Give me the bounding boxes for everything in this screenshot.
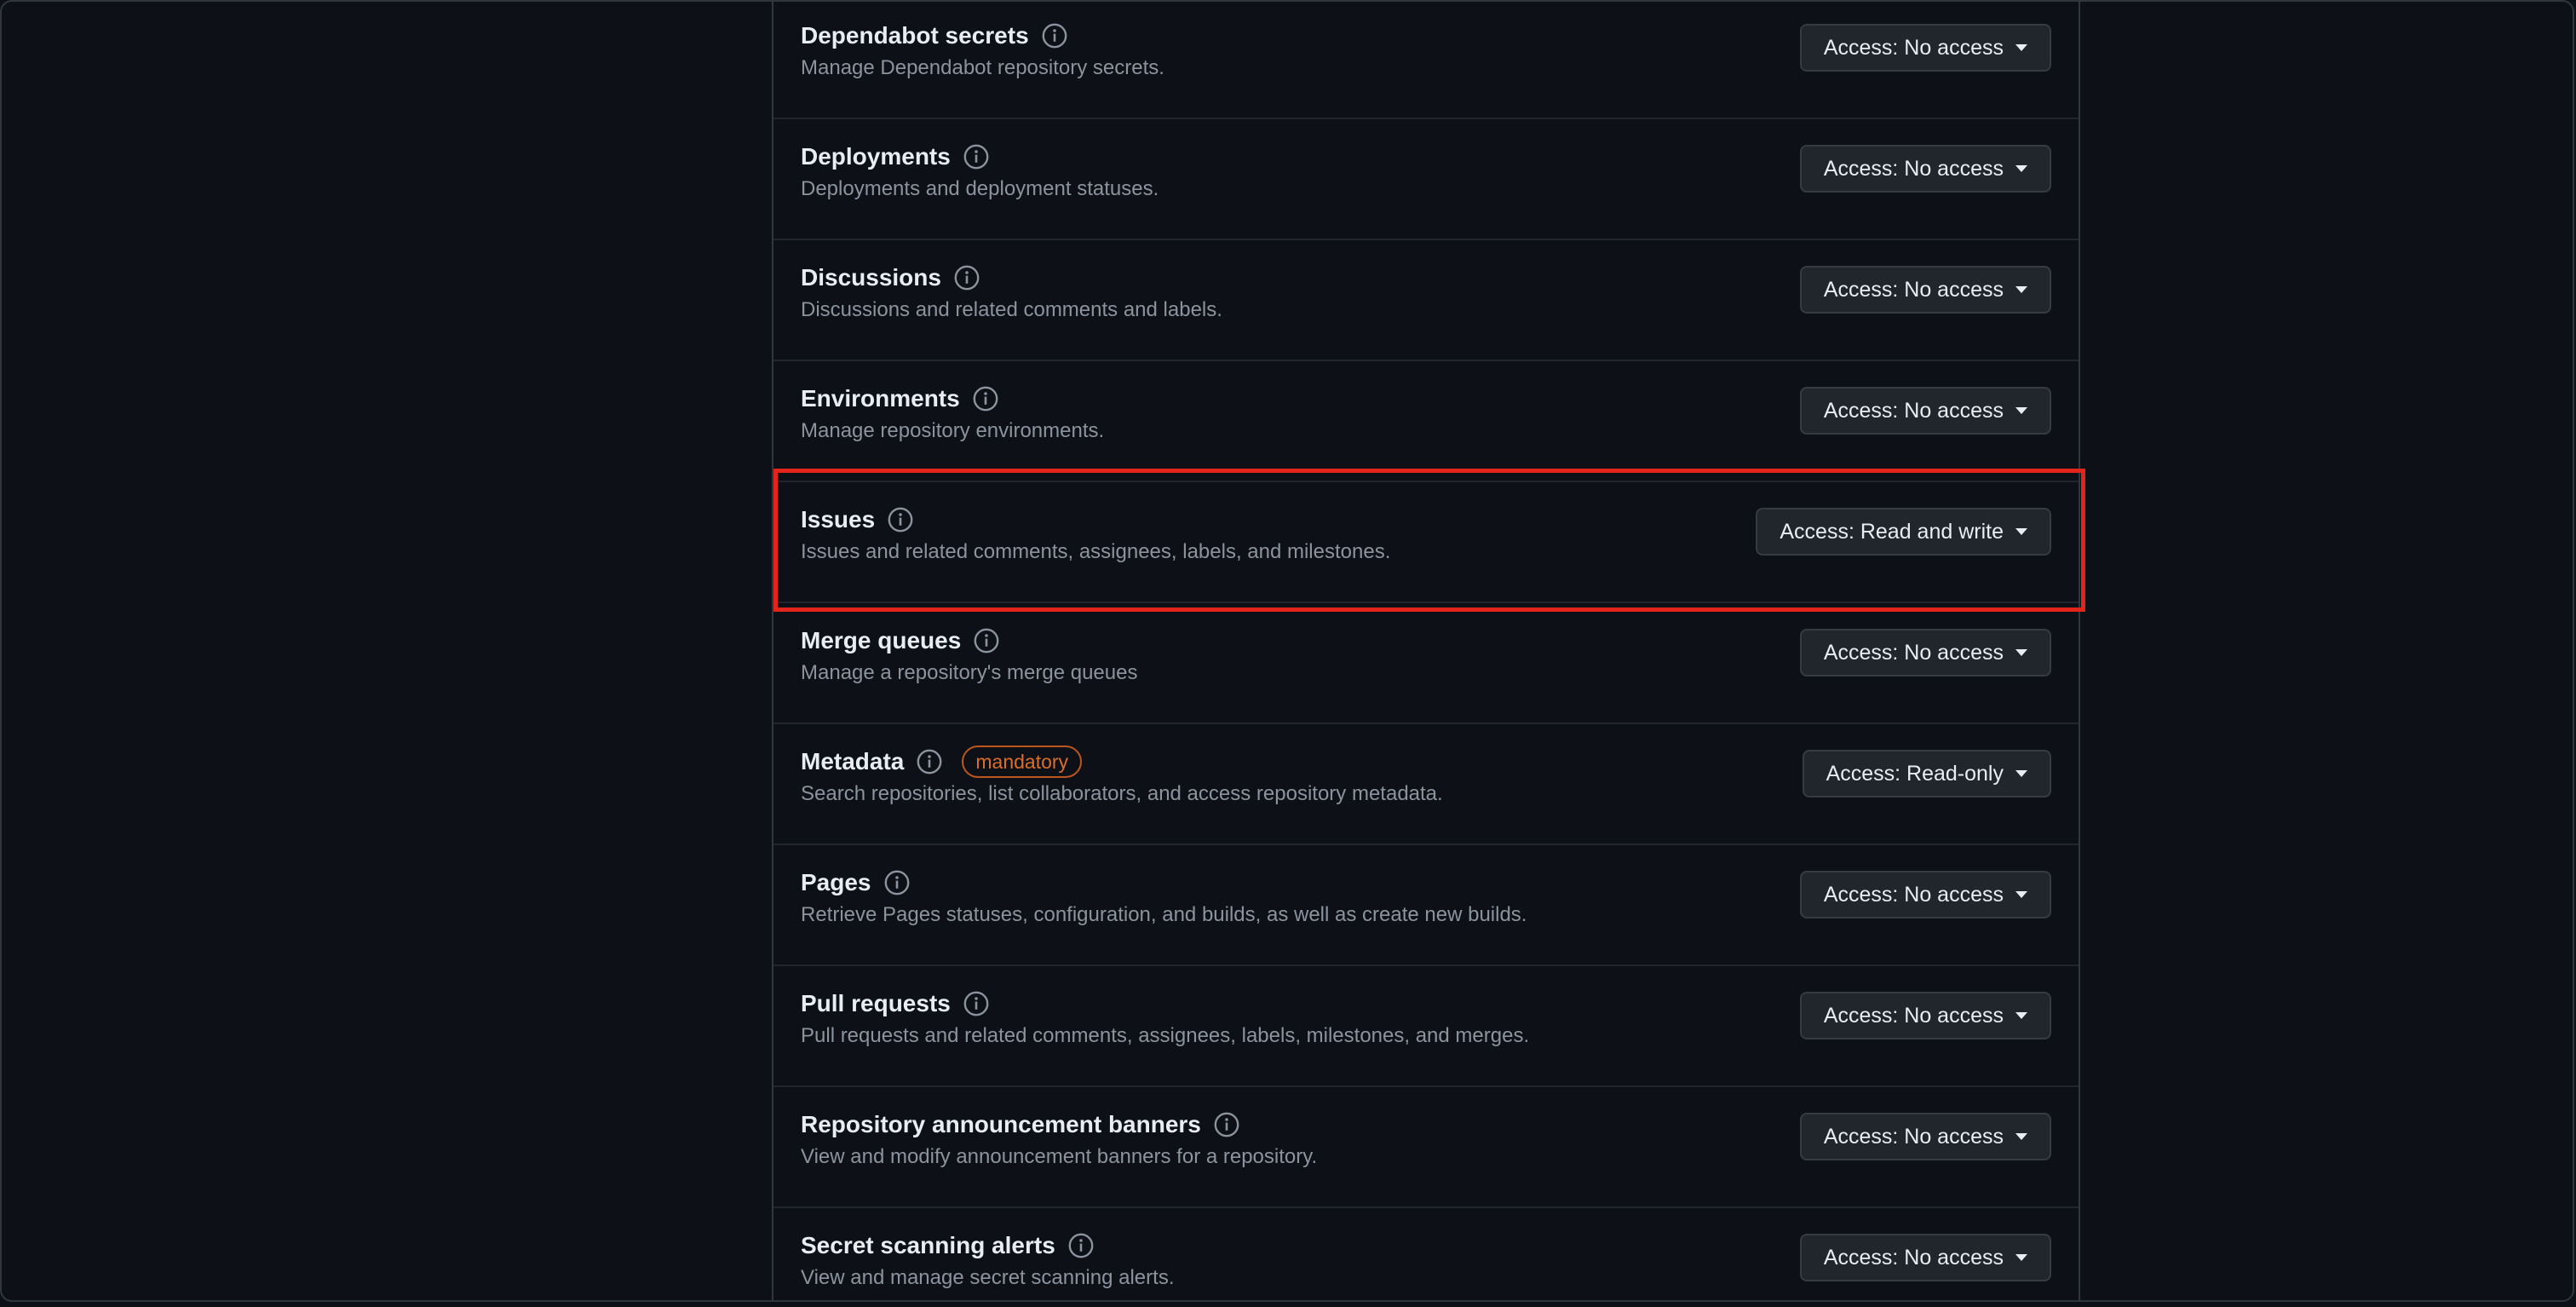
- caret-down-icon: [2015, 1133, 2027, 1140]
- access-dropdown-button[interactable]: Access: No access: [1799, 145, 2051, 193]
- permission-row-environments: Environments Manage repository environme…: [773, 361, 2079, 482]
- app-window: Dependabot secrets Manage Dependabot rep…: [0, 0, 2574, 1302]
- access-label: Access: Read and write: [1780, 519, 2004, 544]
- caret-down-icon: [2015, 286, 2027, 293]
- access-dropdown-button[interactable]: Access: No access: [1799, 992, 2051, 1039]
- permission-name: Issues: [801, 506, 876, 533]
- permission-row-secret-scanning-alerts: Secret scanning alerts View and manage s…: [773, 1208, 2079, 1300]
- caret-down-icon: [2015, 891, 2027, 898]
- caret-down-icon: [2015, 44, 2027, 51]
- permission-name: Repository announcement banners: [801, 1111, 1201, 1137]
- access-label: Access: No access: [1823, 882, 2004, 907]
- info-icon[interactable]: [953, 264, 980, 291]
- access-label: Access: No access: [1823, 156, 2004, 181]
- permission-name: Discussions: [801, 264, 941, 291]
- permission-description: Retrieve Pages statuses, configuration, …: [801, 903, 1527, 926]
- permission-description: Discussions and related comments and lab…: [801, 298, 1222, 321]
- access-label: Access: No access: [1823, 35, 2004, 60]
- access-dropdown-button[interactable]: Access: Read-only: [1802, 750, 2051, 797]
- permission-name: Dependabot secrets: [801, 22, 1029, 49]
- permission-name: Merge queues: [801, 627, 962, 654]
- permission-description: Issues and related comments, assignees, …: [801, 540, 1391, 563]
- access-dropdown-button[interactable]: Access: Read and write: [1756, 508, 2051, 556]
- permission-description: Manage repository environments.: [801, 419, 1105, 442]
- permission-row-deployments: Deployments Deployments and deployment s…: [773, 119, 2079, 240]
- permission-row-dependabot-secrets: Dependabot secrets Manage Dependabot rep…: [773, 2, 2079, 119]
- info-icon[interactable]: [972, 385, 999, 412]
- info-icon[interactable]: [1213, 1111, 1240, 1138]
- access-label: Access: No access: [1823, 1003, 2004, 1028]
- access-dropdown-button[interactable]: Access: No access: [1799, 24, 2051, 72]
- caret-down-icon: [2015, 407, 2027, 414]
- permissions-list: Dependabot secrets Manage Dependabot rep…: [772, 2, 2080, 1300]
- permission-name: Pages: [801, 869, 871, 895]
- info-icon[interactable]: [887, 506, 914, 533]
- caret-down-icon: [2015, 770, 2027, 777]
- permission-description: Deployments and deployment statuses.: [801, 177, 1159, 200]
- permission-row-discussions: Discussions Discussions and related comm…: [773, 240, 2079, 361]
- info-icon[interactable]: [963, 143, 990, 170]
- permission-name: Deployments: [801, 143, 951, 170]
- info-icon[interactable]: [1067, 1232, 1095, 1259]
- info-icon[interactable]: [963, 990, 990, 1017]
- access-dropdown-button[interactable]: Access: No access: [1799, 266, 2051, 314]
- permission-row-pages: Pages Retrieve Pages statuses, configura…: [773, 845, 2079, 966]
- permission-row-pull-requests: Pull requests Pull requests and related …: [773, 966, 2079, 1087]
- caret-down-icon: [2015, 1254, 2027, 1261]
- window-bottom-edge: [0, 1302, 2576, 1307]
- access-label: Access: No access: [1823, 398, 2004, 423]
- permission-row-issues: Issues Issues and related comments, assi…: [773, 482, 2079, 603]
- access-label: Access: No access: [1823, 1124, 2004, 1149]
- permission-description: View and modify announcement banners for…: [801, 1145, 1318, 1168]
- permission-description: Manage a repository's merge queues: [801, 661, 1138, 684]
- permission-description: View and manage secret scanning alerts.: [801, 1266, 1175, 1289]
- caret-down-icon: [2015, 528, 2027, 535]
- permission-description: Pull requests and related comments, assi…: [801, 1024, 1530, 1047]
- access-dropdown-button[interactable]: Access: No access: [1799, 629, 2051, 677]
- access-dropdown-button[interactable]: Access: No access: [1799, 387, 2051, 435]
- access-label: Access: No access: [1823, 277, 2004, 302]
- permission-row-repository-announcement-banners: Repository announcement banners View and…: [773, 1087, 2079, 1208]
- permission-name: Pull requests: [801, 990, 951, 1016]
- info-icon[interactable]: [916, 748, 943, 775]
- caret-down-icon: [2015, 165, 2027, 172]
- caret-down-icon: [2015, 1012, 2027, 1019]
- permission-name: Secret scanning alerts: [801, 1232, 1055, 1258]
- access-label: Access: Read-only: [1826, 761, 2004, 786]
- permission-description: Search repositories, list collaborators,…: [801, 782, 1443, 805]
- permission-description: Manage Dependabot repository secrets.: [801, 56, 1164, 79]
- access-dropdown-button[interactable]: Access: No access: [1799, 1113, 2051, 1160]
- mandatory-badge: mandatory: [962, 746, 1083, 778]
- caret-down-icon: [2015, 649, 2027, 656]
- access-dropdown-button[interactable]: Access: No access: [1799, 871, 2051, 918]
- permission-name: Environments: [801, 385, 960, 412]
- info-icon[interactable]: [973, 627, 1000, 654]
- info-icon[interactable]: [1041, 22, 1068, 49]
- permission-row-metadata: Metadata mandatory Search repositories, …: [773, 724, 2079, 845]
- access-label: Access: No access: [1823, 1245, 2004, 1270]
- access-label: Access: No access: [1823, 640, 2004, 665]
- info-icon[interactable]: [883, 869, 911, 896]
- permission-row-merge-queues: Merge queues Manage a repository's merge…: [773, 603, 2079, 724]
- access-dropdown-button[interactable]: Access: No access: [1799, 1234, 2051, 1281]
- permission-name: Metadata: [801, 748, 905, 774]
